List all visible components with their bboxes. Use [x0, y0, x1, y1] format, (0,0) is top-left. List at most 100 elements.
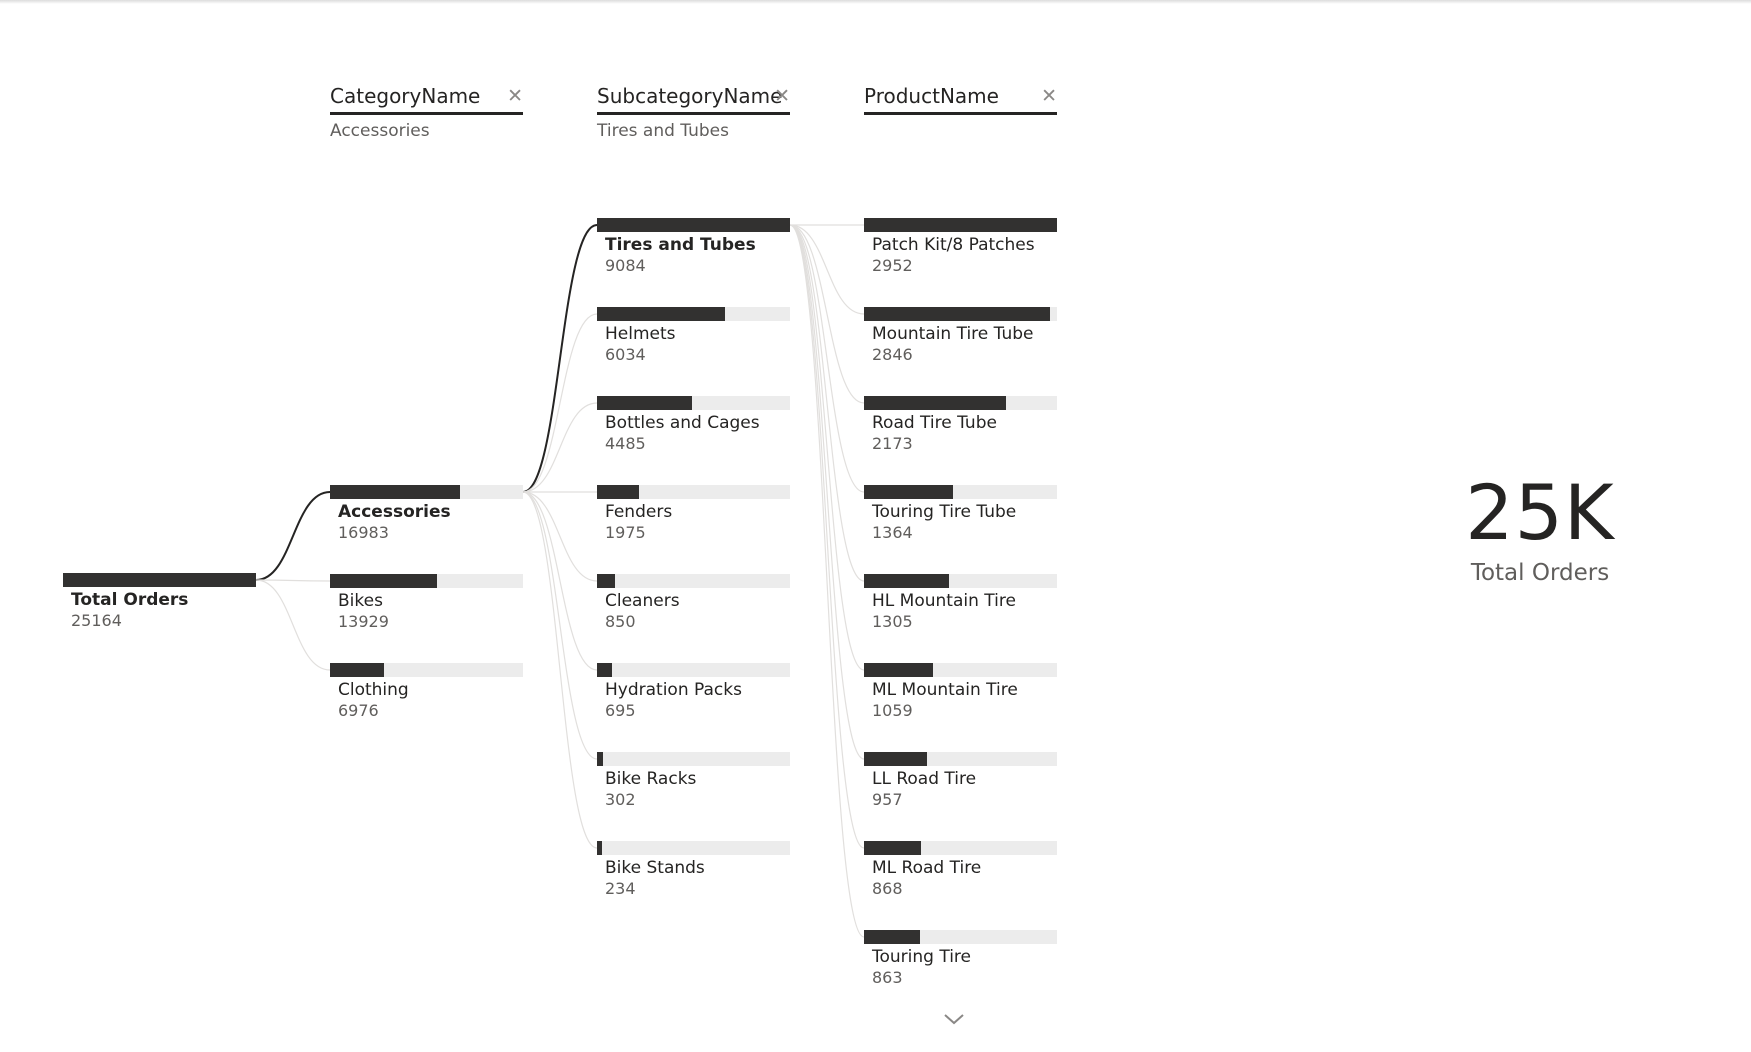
node-value: 1305 — [872, 612, 913, 631]
bar-track — [864, 930, 1057, 944]
link-bike-stands — [522, 491, 598, 849]
node-value: 863 — [872, 968, 903, 987]
bar-track — [864, 218, 1057, 232]
link-ml-mountain-tire — [789, 224, 865, 671]
node-label: Total Orders — [71, 590, 189, 610]
close-icon[interactable]: ✕ — [507, 86, 523, 106]
bar-track — [597, 574, 790, 588]
bar-fill — [597, 752, 604, 766]
node-value: 1364 — [872, 523, 913, 542]
node-value: 25164 — [71, 611, 122, 630]
level-header-productname: ProductName ✕ — [864, 84, 1057, 120]
node-value: 4485 — [605, 434, 646, 453]
link-clothing — [255, 579, 331, 671]
link-ml-road-tire — [789, 224, 865, 849]
link-bikes — [255, 579, 331, 582]
link-tires-and-tubes — [522, 224, 598, 493]
bar-fill — [864, 396, 1007, 410]
link-bike-racks — [522, 491, 598, 760]
bar-track — [63, 573, 256, 587]
node-label: HL Mountain Tire — [872, 591, 1016, 611]
node-label: Bike Racks — [605, 769, 697, 789]
node-value: 957 — [872, 790, 903, 809]
node-value: 16983 — [338, 523, 389, 542]
node-value: 6034 — [605, 345, 646, 364]
close-icon[interactable]: ✕ — [774, 86, 790, 106]
node-value: 302 — [605, 790, 636, 809]
bar-track — [864, 485, 1057, 499]
node-value: 2952 — [872, 256, 913, 275]
bar-fill — [864, 841, 921, 855]
kpi-card: 25K Total Orders — [1440, 468, 1640, 588]
bar-track — [597, 841, 790, 855]
header-row: SubcategoryName ✕ — [597, 84, 790, 115]
bar-track — [864, 574, 1057, 588]
bar-fill — [330, 574, 437, 588]
bar-fill — [864, 574, 950, 588]
node-label: Bike Stands — [605, 858, 705, 878]
node-value: 13929 — [338, 612, 389, 631]
bar-fill — [597, 841, 602, 855]
chevron-down-icon[interactable] — [943, 1012, 965, 1026]
level-header-subcategoryname: SubcategoryName ✕ Tires and Tubes — [597, 84, 790, 142]
header-row: ProductName ✕ — [864, 84, 1057, 115]
bar-fill — [597, 663, 612, 677]
close-icon[interactable]: ✕ — [1041, 86, 1057, 106]
node-value: 2846 — [872, 345, 913, 364]
node-label: Mountain Tire Tube — [872, 324, 1034, 344]
node-value: 695 — [605, 701, 636, 720]
bar-track — [597, 396, 790, 410]
bar-fill — [597, 485, 639, 499]
node-value: 1975 — [605, 523, 646, 542]
node-value: 850 — [605, 612, 636, 631]
node-label: Bikes — [338, 591, 383, 611]
node-label: Tires and Tubes — [605, 235, 756, 255]
card-value: 25K — [1465, 468, 1615, 557]
node-value: 868 — [872, 879, 903, 898]
bar-fill — [330, 485, 461, 499]
node-label: Fenders — [605, 502, 673, 522]
link-bottles-and-cages — [522, 402, 598, 493]
node-value: 234 — [605, 879, 636, 898]
bar-track — [330, 485, 523, 499]
header-field-name: CategoryName — [330, 84, 481, 108]
node-label: Road Tire Tube — [872, 413, 997, 433]
bar-fill — [597, 396, 693, 410]
node-label: Accessories — [338, 502, 451, 522]
bar-fill — [864, 307, 1051, 321]
link-touring-tire — [789, 224, 865, 938]
node-label: Touring Tire — [872, 947, 972, 967]
bar-fill — [864, 218, 1057, 232]
bar-track — [597, 752, 790, 766]
header-field-name: ProductName — [864, 84, 999, 108]
bar-track — [864, 307, 1057, 321]
header-selected-value: Accessories — [330, 121, 430, 141]
bar-fill — [864, 485, 954, 499]
bar-fill — [597, 218, 790, 232]
bar-track — [864, 752, 1057, 766]
card-label: Total Orders — [1470, 560, 1610, 586]
bar-track — [864, 663, 1057, 677]
link-accessories — [255, 491, 331, 581]
bar-fill — [597, 574, 616, 588]
header-selected-value: Tires and Tubes — [597, 121, 729, 141]
bar-track — [330, 574, 523, 588]
node-label: ML Mountain Tire — [872, 680, 1018, 700]
level-header-categoryname: CategoryName ✕ Accessories — [330, 84, 523, 142]
bar-fill — [864, 930, 921, 944]
bar-track — [330, 663, 523, 677]
header-row: CategoryName ✕ — [330, 84, 523, 115]
link-hydration-packs — [522, 491, 598, 671]
node-value: 9084 — [605, 256, 646, 275]
node-value: 2173 — [872, 434, 913, 453]
bar-track — [597, 663, 790, 677]
node-label: Cleaners — [605, 591, 680, 611]
node-value: 6976 — [338, 701, 379, 720]
link-ll-road-tire — [789, 224, 865, 760]
bar-fill — [864, 663, 934, 677]
bar-track — [597, 485, 790, 499]
bar-fill — [864, 752, 927, 766]
node-label: Patch Kit/8 Patches — [872, 235, 1035, 255]
bar-track — [597, 307, 790, 321]
header-field-name: SubcategoryName — [597, 84, 783, 108]
